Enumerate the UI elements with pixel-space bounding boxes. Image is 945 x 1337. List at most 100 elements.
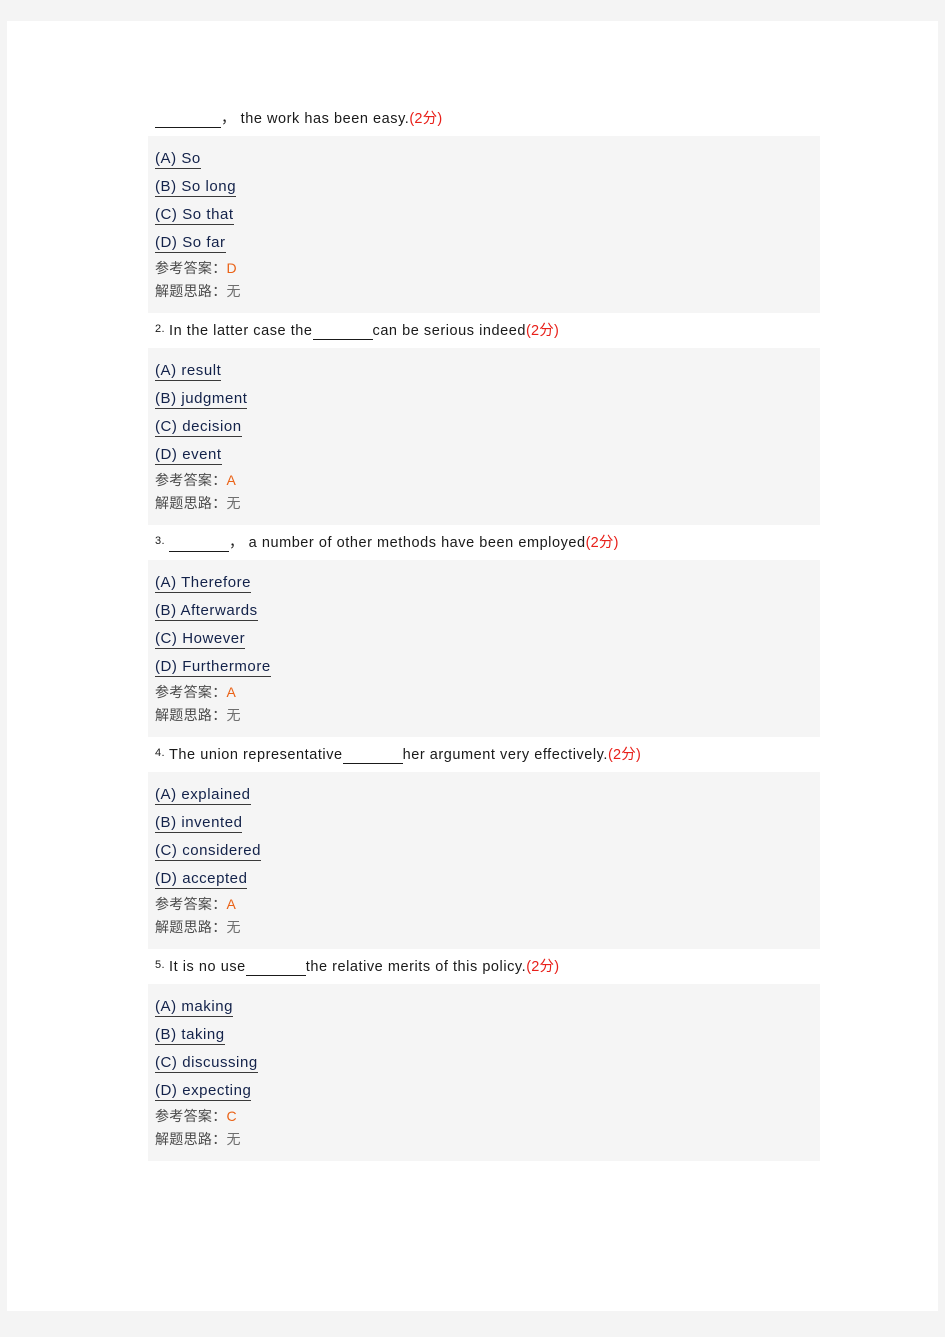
- question-stem: 3. ， a number of other methods have been…: [148, 525, 820, 560]
- option-label: (C) decision: [155, 418, 242, 437]
- reference-answer-label: 参考答案：: [155, 472, 227, 488]
- option-choice[interactable]: (B) invented: [155, 809, 820, 837]
- option-choice[interactable]: (D) event: [155, 441, 820, 469]
- option-choice[interactable]: (D) So far: [155, 229, 820, 257]
- question-number: 3.: [155, 535, 165, 547]
- question-list: ， the work has been easy.(2分) (A) So (B) …: [148, 21, 820, 1161]
- reference-answer-value: C: [226, 1108, 237, 1124]
- explanation-label: 解题思路：: [155, 919, 227, 935]
- option-label: (D) Furthermore: [155, 658, 271, 677]
- reference-answer-row: 参考答案：A: [155, 893, 820, 916]
- reference-answer-label: 参考答案：: [155, 1108, 227, 1124]
- option-choice[interactable]: (A) Therefore: [155, 569, 820, 597]
- reference-answer-row: 参考答案：A: [155, 681, 820, 704]
- reference-answer-label: 参考答案：: [155, 896, 227, 912]
- option-choice[interactable]: (B) judgment: [155, 385, 820, 413]
- option-label: (A) result: [155, 362, 222, 381]
- question-points: (2分): [409, 111, 443, 127]
- reference-answer-value: D: [226, 260, 237, 276]
- question-text-after-blank: the relative merits of this policy.: [305, 959, 527, 975]
- explanation-row: 解题思路：无: [155, 1128, 820, 1151]
- option-label: (B) taking: [155, 1026, 225, 1045]
- question-number: 2.: [155, 323, 165, 335]
- option-label: (C) considered: [155, 842, 262, 861]
- explanation-value: 无: [226, 919, 241, 935]
- option-label: (D) accepted: [155, 870, 248, 889]
- question-text-before-blank: In the latter case the: [169, 323, 313, 339]
- option-label: (A) So: [155, 150, 201, 169]
- reference-answer-value: A: [226, 472, 236, 488]
- question-points: (2分): [585, 535, 619, 551]
- question-stem: ， the work has been easy.(2分): [148, 21, 820, 136]
- answer-block: (A) explained (B) invented (C) considere…: [148, 772, 820, 949]
- option-label: (B) Afterwards: [155, 602, 258, 621]
- option-label: (B) judgment: [155, 390, 248, 409]
- option-label: (B) So long: [155, 178, 237, 197]
- option-label: (A) explained: [155, 786, 251, 805]
- option-choice[interactable]: (A) result: [155, 357, 820, 385]
- fill-in-blank: [169, 531, 230, 552]
- explanation-row: 解题思路：无: [155, 704, 820, 727]
- question-text-before-blank: The union representative: [169, 747, 343, 763]
- question-points: (2分): [607, 747, 642, 763]
- question-stem: 5. It is no use the relative merits of t…: [148, 949, 820, 984]
- option-choice[interactable]: (D) Furthermore: [155, 653, 820, 681]
- option-label: (B) invented: [155, 814, 243, 833]
- reference-answer-label: 参考答案：: [155, 260, 227, 276]
- option-label: (C) However: [155, 630, 246, 649]
- question-text-after-blank: can be serious indeed: [372, 323, 526, 339]
- explanation-row: 解题思路：无: [155, 492, 820, 515]
- option-choice[interactable]: (B) So long: [155, 173, 820, 201]
- explanation-value: 无: [226, 283, 241, 299]
- option-choice[interactable]: (B) Afterwards: [155, 597, 820, 625]
- question-points: (2分): [526, 959, 560, 975]
- option-choice[interactable]: (D) expecting: [155, 1077, 820, 1105]
- reference-answer-label: 参考答案：: [155, 684, 227, 700]
- explanation-row: 解题思路：无: [155, 916, 820, 939]
- question-text-after-blank: ， the work has been easy.: [221, 111, 410, 127]
- fill-in-blank: [342, 743, 403, 764]
- explanation-row: 解题思路：无: [155, 280, 820, 303]
- fill-in-blank: [155, 107, 221, 128]
- explanation-label: 解题思路：: [155, 1131, 227, 1147]
- question-text-after-blank: her argument very effectively.: [402, 747, 608, 763]
- question-number: 4.: [155, 747, 165, 759]
- document-page: ， the work has been easy.(2分) (A) So (B) …: [7, 21, 938, 1311]
- option-label: (A) making: [155, 998, 234, 1017]
- explanation-label: 解题思路：: [155, 283, 227, 299]
- answer-block: (A) making (B) taking (C) discussing (D)…: [148, 984, 820, 1161]
- question-text-before-blank: It is no use: [169, 959, 246, 975]
- fill-in-blank: [312, 319, 373, 340]
- reference-answer-value: A: [226, 684, 236, 700]
- question-stem: 4. The union representative her argument…: [148, 737, 820, 772]
- option-choice[interactable]: (A) So: [155, 145, 820, 173]
- answer-block: (A) Therefore (B) Afterwards (C) However…: [148, 560, 820, 737]
- answer-block: (A) result (B) judgment (C) decision (D)…: [148, 348, 820, 525]
- option-choice[interactable]: (A) explained: [155, 781, 820, 809]
- question-points: (2分): [525, 323, 559, 339]
- option-choice[interactable]: (C) discussing: [155, 1049, 820, 1077]
- option-choice[interactable]: (C) decision: [155, 413, 820, 441]
- option-label: (D) So far: [155, 234, 226, 253]
- option-choice[interactable]: (C) So that: [155, 201, 820, 229]
- option-choice[interactable]: (C) However: [155, 625, 820, 653]
- option-label: (C) So that: [155, 206, 234, 225]
- reference-answer-row: 参考答案：A: [155, 469, 820, 492]
- option-choice[interactable]: (B) taking: [155, 1021, 820, 1049]
- explanation-value: 无: [226, 495, 241, 511]
- question-stem: 2. In the latter case the can be serious…: [148, 313, 820, 348]
- explanation-label: 解题思路：: [155, 495, 227, 511]
- explanation-label: 解题思路：: [155, 707, 227, 723]
- option-choice[interactable]: (C) considered: [155, 837, 820, 865]
- option-label: (C) discussing: [155, 1054, 258, 1073]
- reference-answer-row: 参考答案：C: [155, 1105, 820, 1128]
- option-label: (D) expecting: [155, 1082, 252, 1101]
- reference-answer-row: 参考答案：D: [155, 257, 820, 280]
- explanation-value: 无: [226, 707, 241, 723]
- option-label: (A) Therefore: [155, 574, 252, 593]
- reference-answer-value: A: [226, 896, 236, 912]
- option-choice[interactable]: (D) accepted: [155, 865, 820, 893]
- option-choice[interactable]: (A) making: [155, 993, 820, 1021]
- question-text-after-blank: ， a number of other methods have been em…: [229, 535, 586, 551]
- explanation-value: 无: [226, 1131, 241, 1147]
